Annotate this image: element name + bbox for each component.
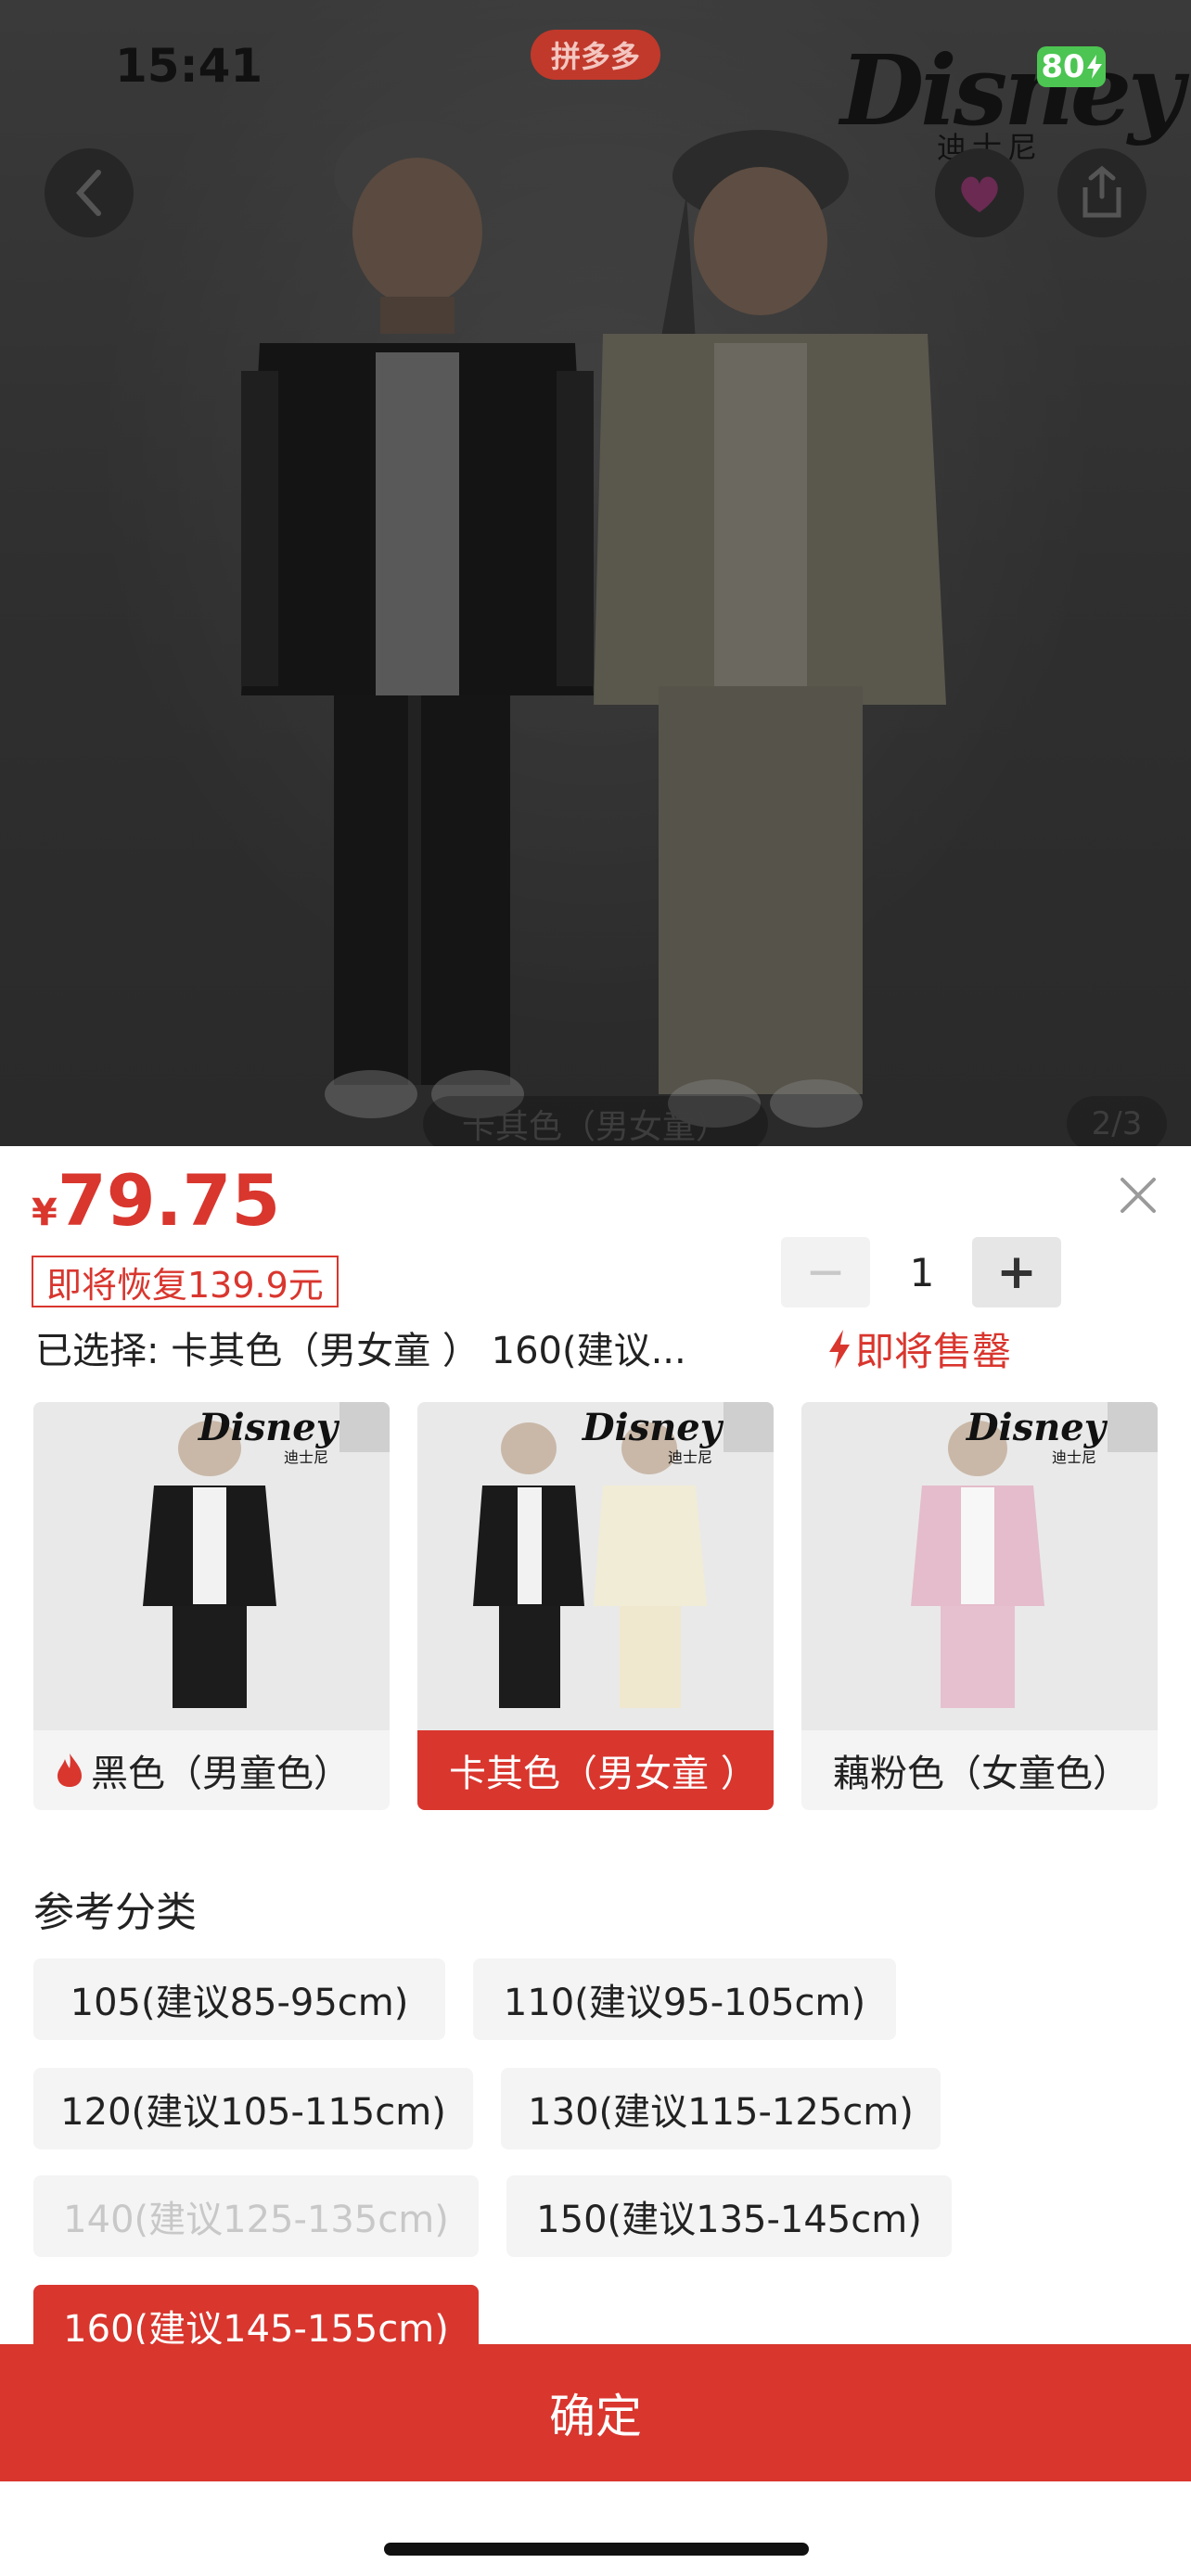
sku-selection-sheet: ¥79.75 即将恢复139.9元 − 1 + 已选择: 卡其色（男女童 ） 1… <box>0 1146 1191 2576</box>
color-option-label: 卡其色（男女童 ） <box>417 1730 774 1810</box>
disney-watermark: Disney <box>582 1406 722 1449</box>
disney-watermark: Disney <box>198 1406 338 1449</box>
favorite-button[interactable] <box>935 148 1024 237</box>
charging-icon <box>1086 55 1102 79</box>
battery-indicator: 80 <box>1037 46 1106 87</box>
disney-watermark-sub: 迪士尼 <box>283 1448 328 1466</box>
expand-icon[interactable] <box>1108 1402 1158 1452</box>
hero-caption: 卡其色（男女童） <box>423 1096 768 1146</box>
product-image-area: 15:41 拼多多 Disney 迪士尼 80 卡其色（男女童） 2/3 <box>0 0 1191 1146</box>
color-option-label: 藕粉色（女童色） <box>801 1730 1158 1810</box>
selected-summary: 已选择: 卡其色（男女童 ） 160(建议... <box>35 1330 686 1372</box>
confirm-button[interactable]: 确定 <box>0 2344 1191 2481</box>
color-thumbnail: Disney 迪士尼 <box>417 1402 774 1730</box>
disney-watermark-sub: 迪士尼 <box>667 1448 712 1466</box>
size-option-110[interactable]: 110(建议95-105cm) <box>473 1958 896 2040</box>
back-button[interactable] <box>45 148 134 237</box>
app-badge: 拼多多 <box>531 30 660 80</box>
flame-icon <box>58 1753 82 1787</box>
color-option-black[interactable]: Disney 迪士尼 黑色（男童色） <box>33 1402 390 1810</box>
soldout-warning: 即将售罄 <box>827 1320 1011 1377</box>
pink-outfit-thumbnail <box>911 1421 1044 1708</box>
chevron-left-icon <box>75 170 101 216</box>
color-option-pink[interactable]: Disney 迪士尼 藕粉色（女童色） <box>801 1402 1158 1810</box>
khaki-outfit-thumbnail <box>473 1422 707 1708</box>
image-index: 2/3 <box>1067 1096 1167 1146</box>
soldout-text: 即将售罄 <box>855 1329 1012 1374</box>
disney-watermark-sub: 迪士尼 <box>1051 1448 1096 1466</box>
price-value: 79.75 <box>57 1159 281 1242</box>
size-option-105[interactable]: 105(建议85-95cm) <box>33 1958 445 2040</box>
color-thumbnail: Disney 迪士尼 <box>33 1402 390 1730</box>
disney-watermark: Disney <box>966 1406 1106 1449</box>
expand-icon[interactable] <box>339 1402 390 1452</box>
share-button[interactable] <box>1057 148 1146 237</box>
close-icon[interactable] <box>1115 1172 1161 1218</box>
size-option-130[interactable]: 130(建议115-125cm) <box>501 2068 941 2149</box>
product-photo-girl <box>594 130 946 1128</box>
status-time: 15:41 <box>115 39 263 93</box>
currency-symbol: ¥ <box>32 1192 58 1234</box>
heart-icon <box>961 176 998 212</box>
color-option-text: 藕粉色（女童色） <box>833 1753 1130 1795</box>
expand-icon[interactable] <box>724 1402 774 1452</box>
quantity-decrease-button[interactable]: − <box>781 1237 870 1307</box>
quantity-increase-button[interactable]: + <box>972 1237 1061 1307</box>
color-thumbnail: Disney 迪士尼 <box>801 1402 1158 1730</box>
share-icon <box>1082 165 1121 218</box>
black-outfit-thumbnail <box>143 1421 276 1708</box>
color-option-text: 卡其色（男女童 ） <box>449 1753 758 1795</box>
price: ¥79.75 <box>32 1159 280 1242</box>
color-option-khaki[interactable]: Disney 迪士尼 卡其色（男女童 ） <box>417 1402 774 1810</box>
size-option-150[interactable]: 150(建议135-145cm) <box>506 2175 952 2257</box>
price-restore-tag: 即将恢复139.9元 <box>32 1256 339 1307</box>
color-options: Disney 迪士尼 黑色（男童色） Disney 迪士尼 卡其色（男女童 ） … <box>33 1402 1159 1810</box>
lightning-icon <box>829 1329 850 1369</box>
battery-level: 80 <box>1041 48 1085 85</box>
size-section-title: 参考分类 <box>33 1889 197 1936</box>
color-option-label: 黑色（男童色） <box>33 1730 390 1810</box>
color-option-text: 黑色（男童色） <box>91 1753 351 1795</box>
quantity-value[interactable]: 1 <box>872 1237 972 1307</box>
home-indicator[interactable] <box>384 2543 809 2556</box>
size-option-140[interactable]: 140(建议125-135cm) <box>33 2175 479 2257</box>
size-option-120[interactable]: 120(建议105-115cm) <box>33 2068 473 2149</box>
product-photo-boy <box>241 121 594 1118</box>
